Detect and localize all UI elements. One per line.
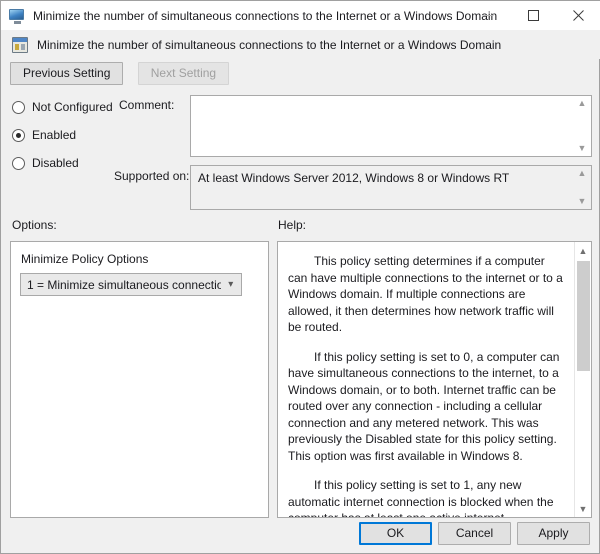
monitor-icon: [9, 8, 25, 24]
group-policy-setting-dialog: Minimize the number of simultaneous conn…: [0, 0, 600, 554]
radio-not-configured[interactable]: Not Configured: [12, 99, 113, 115]
radio-not-configured-label: Not Configured: [32, 100, 113, 114]
scroll-down-icon[interactable]: ▼: [578, 144, 587, 153]
cancel-button[interactable]: Cancel: [438, 522, 511, 545]
help-paragraph: If this policy setting is set to 1, any …: [288, 478, 554, 517]
window-controls: [466, 1, 600, 30]
scroll-up-icon[interactable]: ▲: [575, 242, 591, 259]
help-label: Help:: [278, 218, 307, 232]
scroll-up-icon[interactable]: ▲: [578, 169, 587, 178]
next-setting-button[interactable]: Next Setting: [137, 62, 230, 85]
radio-enabled[interactable]: Enabled: [12, 127, 112, 143]
help-panel: This policy setting determines if a comp…: [277, 241, 592, 518]
options-panel: Minimize Policy Options 1 = Minimize sim…: [10, 241, 269, 518]
help-text-content: This policy setting determines if a comp…: [278, 242, 574, 517]
supported-on-label: Supported on:: [114, 169, 190, 183]
policy-setting-icon: [12, 36, 28, 53]
supported-on-scrollbar[interactable]: ▲ ▼: [574, 167, 590, 208]
radio-enabled-label: Enabled: [32, 128, 77, 142]
help-paragraph: This policy setting determines if a comp…: [288, 254, 563, 334]
dialog-footer: OK Cancel Apply: [353, 522, 590, 545]
scroll-down-icon[interactable]: ▼: [575, 500, 591, 517]
options-label: Options:: [12, 218, 57, 232]
minimize-icon[interactable]: [466, 1, 511, 30]
close-icon[interactable]: [556, 1, 600, 30]
help-scrollbar[interactable]: ▲ ▼: [574, 242, 591, 517]
scrollbar-thumb[interactable]: [577, 261, 590, 371]
minimize-policy-options-label: Minimize Policy Options: [21, 252, 149, 266]
maximize-icon[interactable]: [511, 1, 556, 30]
policy-state-group: Not Configured Enabled Disabled: [12, 99, 113, 183]
help-paragraph: If this policy setting is set to 0, a co…: [288, 349, 560, 463]
radio-disabled-indicator: [12, 156, 25, 170]
scroll-up-icon[interactable]: ▲: [578, 99, 587, 108]
radio-disabled[interactable]: Disabled: [12, 155, 112, 171]
setting-header: Minimize the number of simultaneous conn…: [2, 30, 600, 59]
window-title: Minimize the number of simultaneous conn…: [33, 8, 498, 23]
radio-enabled-indicator: [12, 128, 25, 142]
scroll-down-icon[interactable]: ▼: [578, 197, 587, 206]
setting-header-title: Minimize the number of simultaneous conn…: [37, 37, 502, 52]
ok-button[interactable]: OK: [359, 522, 432, 545]
radio-disabled-label: Disabled: [32, 156, 79, 170]
navigation-buttons: Previous Setting Next Setting: [10, 62, 230, 85]
minimize-policy-options-dropdown[interactable]: 1 = Minimize simultaneous connections ▾: [20, 273, 242, 296]
apply-button[interactable]: Apply: [517, 522, 590, 545]
comment-scrollbar[interactable]: ▲ ▼: [574, 97, 590, 155]
chevron-down-icon: ▾: [228, 279, 234, 290]
title-bar: Minimize the number of simultaneous conn…: [1, 1, 600, 30]
comment-textbox[interactable]: ▲ ▼: [190, 95, 592, 157]
supported-on-textbox: At least Windows Server 2012, Windows 8 …: [190, 165, 592, 210]
comment-label: Comment:: [119, 98, 175, 112]
supported-on-value: At least Windows Server 2012, Windows 8 …: [198, 171, 510, 185]
radio-not-configured-indicator: [12, 100, 25, 114]
dropdown-selected-value: 1 = Minimize simultaneous connections: [27, 277, 221, 292]
previous-setting-button[interactable]: Previous Setting: [10, 62, 124, 85]
